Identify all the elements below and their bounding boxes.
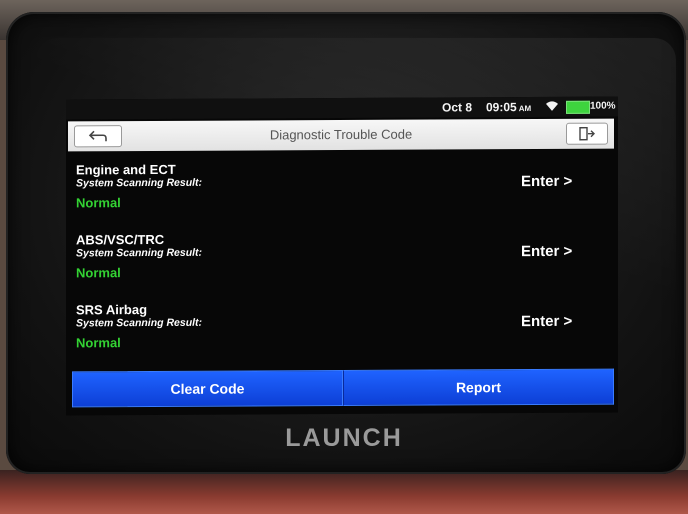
status-ampm: AM (518, 104, 532, 114)
report-button[interactable]: Report (343, 368, 614, 406)
background-table (0, 470, 688, 514)
battery-percent: 100% (590, 100, 616, 112)
system-row-engine[interactable]: Engine and ECT System Scanning Result: N… (66, 153, 618, 222)
exit-button[interactable] (566, 122, 608, 145)
system-row-srs[interactable]: SRS Airbag System Scanning Result: Norma… (66, 293, 618, 362)
status-time: 09:05 AM (486, 100, 532, 115)
system-name: Engine and ECT (76, 161, 176, 178)
system-status: Normal (76, 265, 121, 281)
exit-icon (579, 127, 595, 141)
wifi-icon (545, 100, 559, 112)
clear-code-button[interactable]: Clear Code (72, 369, 343, 408)
system-status: Normal (76, 195, 121, 211)
title-bar: Diagnostic Trouble Code (68, 118, 614, 152)
system-result-label: System Scanning Result: (76, 246, 203, 260)
status-bar: Oct 8 09:05 AM 100% (66, 96, 618, 120)
system-list: Engine and ECT System Scanning Result: N… (66, 153, 618, 351)
enter-button[interactable]: Enter > (521, 173, 572, 190)
battery-icon (566, 100, 590, 114)
system-result-label: System Scanning Result: (76, 316, 203, 330)
footer-bar: Clear Code Report (72, 368, 614, 408)
enter-button[interactable]: Enter > (521, 313, 572, 330)
enter-button[interactable]: Enter > (521, 243, 572, 260)
system-name: ABS/VSC/TRC (76, 231, 165, 248)
system-status: Normal (76, 335, 121, 351)
status-date: Oct 8 (442, 100, 473, 115)
device-screen: Oct 8 09:05 AM 100% Diagnostic Trouble Co… (66, 96, 618, 416)
system-name: SRS Airbag (76, 302, 148, 318)
page-title: Diagnostic Trouble Code (269, 126, 413, 143)
system-row-abs[interactable]: ABS/VSC/TRC System Scanning Result: Norm… (66, 223, 618, 292)
brand-logo: LAUNCH (285, 424, 403, 452)
system-result-label: System Scanning Result: (76, 176, 203, 190)
